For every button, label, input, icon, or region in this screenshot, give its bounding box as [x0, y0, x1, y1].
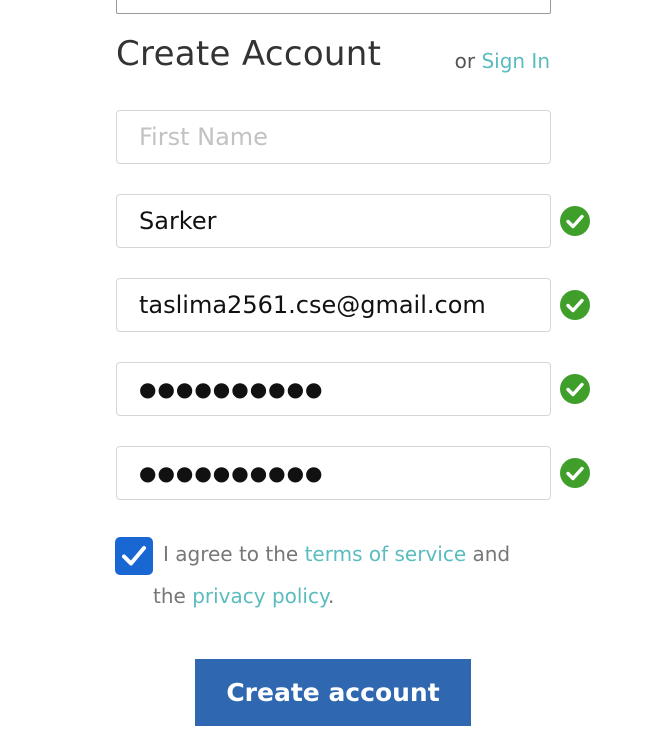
confirm-password-input[interactable] [116, 446, 551, 500]
check-circle-icon [560, 458, 590, 488]
agree-text-after: . [327, 584, 335, 608]
email-input[interactable] [116, 278, 551, 332]
last-name-input[interactable] [116, 194, 551, 248]
privacy-policy-link[interactable]: privacy policy [192, 584, 328, 608]
password-input[interactable] [116, 362, 551, 416]
signin-link[interactable]: Sign In [481, 49, 550, 73]
terms-agreement: I agree to the terms of service and the … [153, 533, 533, 617]
check-circle-icon [560, 290, 590, 320]
terms-checkbox[interactable] [115, 537, 153, 575]
check-circle-icon [560, 206, 590, 236]
first-name-input[interactable] [116, 110, 551, 164]
create-account-page: Create Account or Sign In I agree to the… [0, 0, 651, 733]
signin-prefix: or [454, 49, 476, 73]
checkmark-icon [122, 546, 146, 566]
check-circle-icon [560, 374, 590, 404]
signin-prompt: or Sign In [455, 49, 550, 73]
agree-text-before: I agree to the [163, 542, 299, 566]
previous-field-edge [116, 0, 551, 14]
terms-of-service-link[interactable]: terms of service [305, 542, 467, 566]
page-title: Create Account [116, 34, 382, 74]
create-account-button[interactable]: Create account [195, 659, 471, 726]
